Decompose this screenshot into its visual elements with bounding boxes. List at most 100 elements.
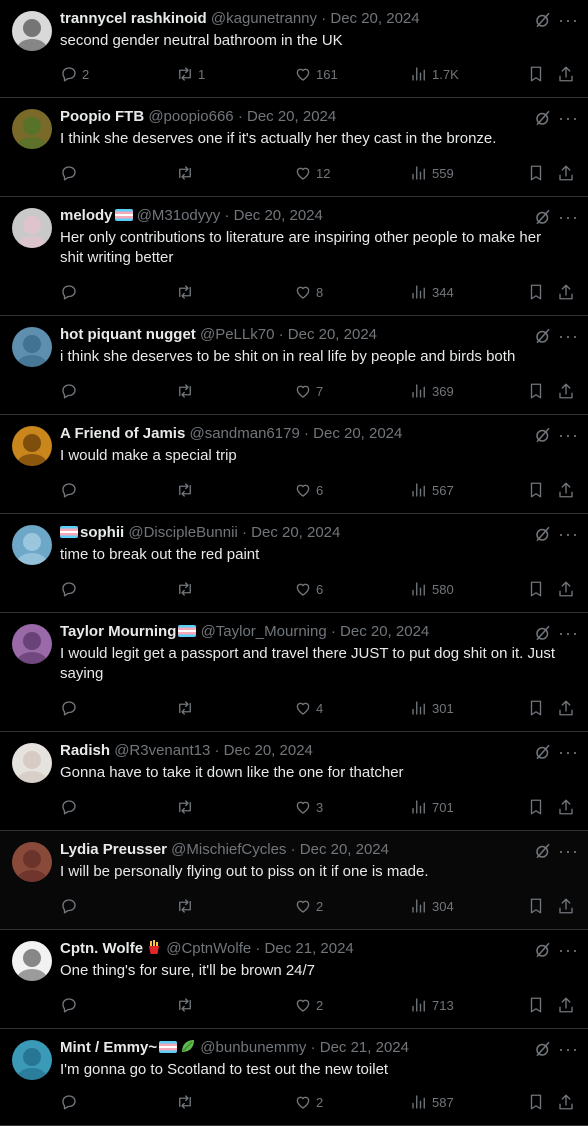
user-handle[interactable]: @PeLLk70 <box>200 326 274 343</box>
grok-icon[interactable] <box>534 109 552 127</box>
avatar[interactable] <box>12 208 52 248</box>
reply-button[interactable] <box>60 995 82 1015</box>
tweet[interactable]: sophii @DiscipleBunnii · Dec 20, 2024 ··… <box>0 514 588 613</box>
bookmark-button[interactable] <box>527 64 545 84</box>
user-handle[interactable]: @CptnWolfe <box>166 940 251 957</box>
avatar[interactable] <box>12 327 52 367</box>
avatar[interactable] <box>12 109 52 149</box>
like-button[interactable]: 6 <box>294 480 323 500</box>
display-name[interactable]: Poopio FTB <box>60 108 148 125</box>
avatar[interactable] <box>12 1040 52 1080</box>
share-button[interactable] <box>557 480 575 500</box>
display-name[interactable]: Lydia Preusser <box>60 841 171 858</box>
tweet[interactable]: Poopio FTB @poopio666 · Dec 20, 2024 ···… <box>0 98 588 197</box>
like-button[interactable]: 3 <box>294 797 323 817</box>
retweet-button[interactable] <box>176 480 198 500</box>
share-button[interactable] <box>557 1092 575 1112</box>
like-button[interactable]: 2 <box>294 896 323 916</box>
like-button[interactable]: 6 <box>294 579 323 599</box>
retweet-button[interactable] <box>176 995 198 1015</box>
tweet-date[interactable]: Dec 20, 2024 <box>234 207 323 224</box>
share-button[interactable] <box>557 797 575 817</box>
views-button[interactable]: 567 <box>410 480 454 500</box>
retweet-button[interactable] <box>176 381 198 401</box>
user-handle[interactable]: @M31odyyy <box>137 207 221 224</box>
display-name[interactable]: trannycel rashkinoid <box>60 10 211 27</box>
display-name[interactable]: melody <box>60 207 137 224</box>
display-name[interactable]: Taylor Mourning <box>60 623 201 640</box>
tweet[interactable]: Lydia Preusser @MischiefCycles · Dec 20,… <box>0 831 588 930</box>
bookmark-button[interactable] <box>527 480 545 500</box>
tweet[interactable]: trannycel rashkinoid @kagunetranny · Dec… <box>0 0 588 98</box>
tweet[interactable]: Radish @R3venant13 · Dec 20, 2024 ··· Go… <box>0 732 588 831</box>
like-button[interactable]: 2 <box>294 1092 323 1112</box>
user-handle[interactable]: @poopio666 <box>148 108 233 125</box>
tweet-date[interactable]: Dec 21, 2024 <box>320 1039 409 1056</box>
tweet-date[interactable]: Dec 20, 2024 <box>247 108 336 125</box>
bookmark-button[interactable] <box>527 1092 545 1112</box>
user-handle[interactable]: @R3venant13 <box>114 742 210 759</box>
reply-button[interactable] <box>60 282 82 302</box>
bookmark-button[interactable] <box>527 896 545 916</box>
reply-button[interactable] <box>60 381 82 401</box>
share-button[interactable] <box>557 896 575 916</box>
tweet-date[interactable]: Dec 20, 2024 <box>340 623 429 640</box>
bookmark-button[interactable] <box>527 995 545 1015</box>
views-button[interactable]: 587 <box>410 1092 454 1112</box>
grok-icon[interactable] <box>534 525 552 543</box>
share-button[interactable] <box>557 579 575 599</box>
avatar[interactable] <box>12 743 52 783</box>
tweet-date[interactable]: Dec 20, 2024 <box>300 841 389 858</box>
tweet-date[interactable]: Dec 20, 2024 <box>224 742 313 759</box>
like-button[interactable]: 7 <box>294 381 323 401</box>
tweet[interactable]: hot piquant nugget @PeLLk70 · Dec 20, 20… <box>0 316 588 415</box>
tweet-date[interactable]: Dec 20, 2024 <box>288 326 377 343</box>
like-button[interactable]: 12 <box>294 163 330 183</box>
retweet-button[interactable] <box>176 698 198 718</box>
bookmark-button[interactable] <box>527 698 545 718</box>
grok-icon[interactable] <box>534 1040 552 1058</box>
like-button[interactable]: 2 <box>294 995 323 1015</box>
retweet-button[interactable] <box>176 282 198 302</box>
grok-icon[interactable] <box>534 743 552 761</box>
views-button[interactable]: 304 <box>410 896 454 916</box>
reply-button[interactable] <box>60 480 82 500</box>
user-handle[interactable]: @bunbunemmy <box>200 1039 306 1056</box>
avatar[interactable] <box>12 426 52 466</box>
bookmark-button[interactable] <box>527 282 545 302</box>
grok-icon[interactable] <box>534 208 552 226</box>
tweet-date[interactable]: Dec 21, 2024 <box>265 940 354 957</box>
tweet[interactable]: Taylor Mourning @Taylor_Mourning · Dec 2… <box>0 613 588 732</box>
user-handle[interactable]: @kagunetranny <box>211 10 317 27</box>
views-button[interactable]: 701 <box>410 797 454 817</box>
grok-icon[interactable] <box>534 327 552 345</box>
bookmark-button[interactable] <box>527 579 545 599</box>
tweet[interactable]: Mint / Emmy~ @bunbunemmy · Dec 21, 2024 … <box>0 1029 588 1126</box>
display-name[interactable]: Radish <box>60 742 114 759</box>
tweet-date[interactable]: Dec 20, 2024 <box>330 10 419 27</box>
grok-icon[interactable] <box>534 842 552 860</box>
tweet[interactable]: Cptn. Wolfe @CptnWolfe · Dec 21, 2024 ··… <box>0 930 588 1029</box>
reply-button[interactable] <box>60 163 82 183</box>
reply-button[interactable] <box>60 698 82 718</box>
retweet-button[interactable] <box>176 579 198 599</box>
bookmark-button[interactable] <box>527 381 545 401</box>
grok-icon[interactable] <box>534 11 552 29</box>
bookmark-button[interactable] <box>527 797 545 817</box>
reply-button[interactable] <box>60 797 82 817</box>
tweet[interactable]: melody @M31odyyy · Dec 20, 2024 ··· Her … <box>0 197 588 316</box>
share-button[interactable] <box>557 64 575 84</box>
reply-button[interactable] <box>60 1092 82 1112</box>
retweet-button[interactable] <box>176 797 198 817</box>
user-handle[interactable]: @MischiefCycles <box>171 841 286 858</box>
display-name[interactable]: hot piquant nugget <box>60 326 200 343</box>
avatar[interactable] <box>12 525 52 565</box>
share-button[interactable] <box>557 381 575 401</box>
views-button[interactable]: 559 <box>410 163 454 183</box>
user-handle[interactable]: @DiscipleBunnii <box>128 524 237 541</box>
like-button[interactable]: 161 <box>294 64 338 84</box>
avatar[interactable] <box>12 941 52 981</box>
views-button[interactable]: 1.7K <box>410 64 459 84</box>
like-button[interactable]: 4 <box>294 698 323 718</box>
avatar[interactable] <box>12 842 52 882</box>
